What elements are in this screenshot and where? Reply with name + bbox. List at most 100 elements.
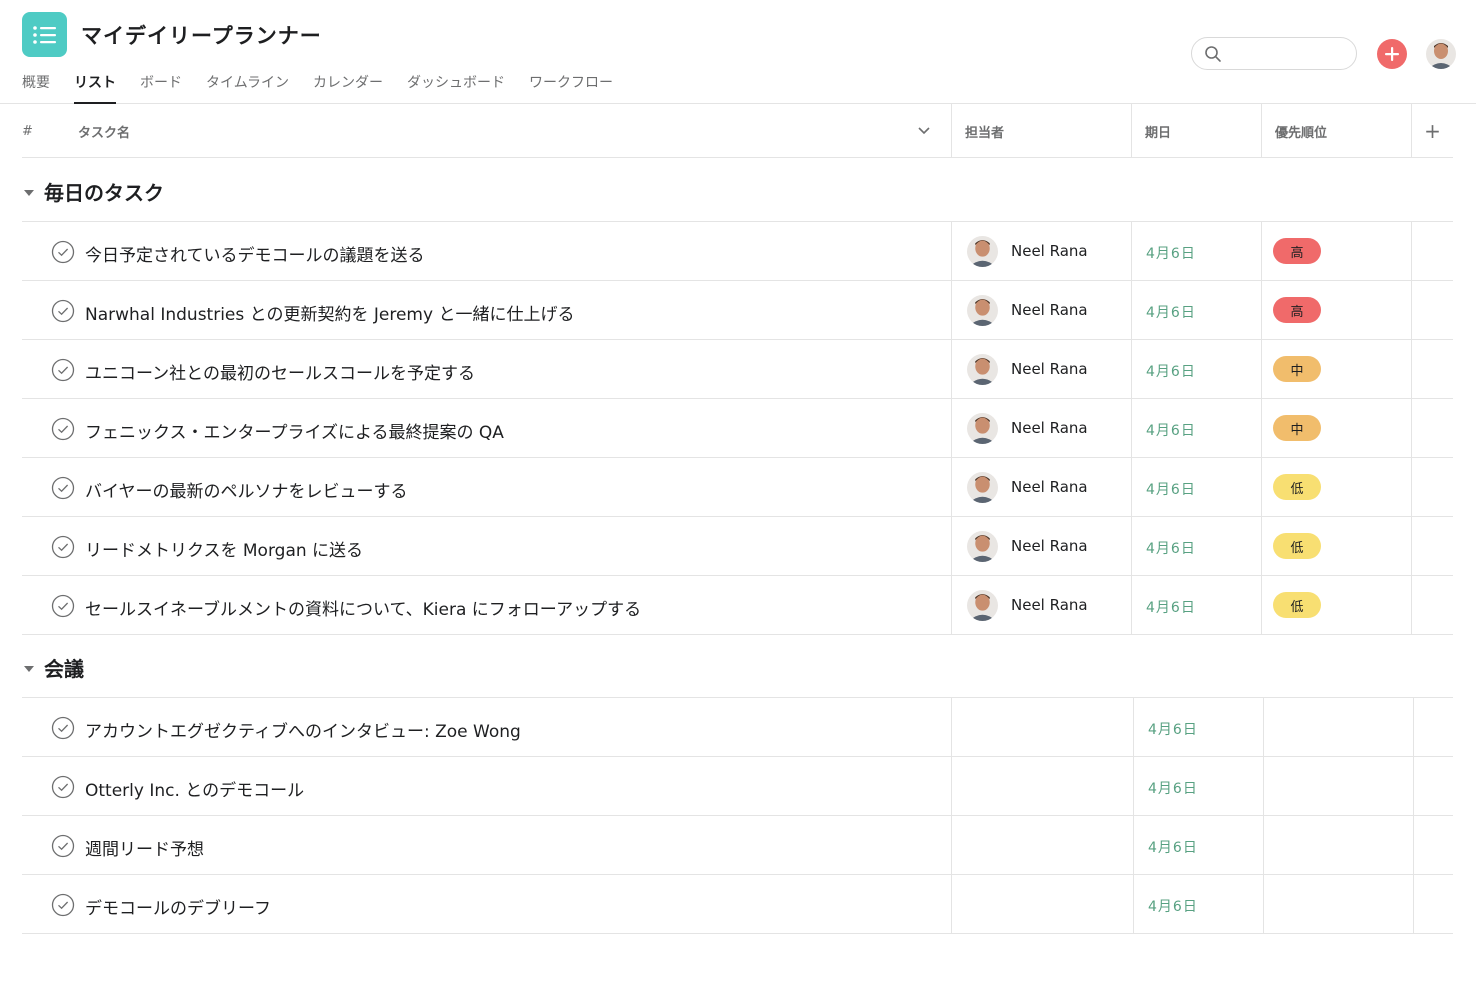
table-row[interactable]: セールスイネーブルメントの資料について、Kiera にフォローアップする Neel… <box>22 576 1453 635</box>
assignee-name: Neel Rana <box>1011 596 1088 614</box>
tab-5[interactable]: ダッシュボード <box>407 70 505 104</box>
due-date-cell[interactable]: 4月6日 <box>1131 517 1261 575</box>
check-circle-icon[interactable] <box>51 417 75 441</box>
check-circle-icon[interactable] <box>51 476 75 500</box>
assignee-cell[interactable]: Neel Rana <box>951 399 1131 457</box>
assignee-cell[interactable] <box>951 875 1133 933</box>
priority-cell[interactable]: 低 <box>1261 458 1411 516</box>
tab-4[interactable]: カレンダー <box>313 70 383 104</box>
assignee-cell[interactable]: Neel Rana <box>951 458 1131 516</box>
due-date-cell[interactable]: 4月6日 <box>1131 399 1261 457</box>
task-name-cell: セールスイネーブルメントの資料について、Kiera にフォローアップする <box>22 576 951 634</box>
assignee-cell[interactable] <box>951 698 1133 756</box>
task-name[interactable]: バイヤーの最新のペルソナをレビューする <box>85 477 408 502</box>
priority-badge[interactable]: 低 <box>1273 474 1321 500</box>
caret-down-icon[interactable] <box>22 660 36 672</box>
priority-badge[interactable]: 低 <box>1273 592 1321 618</box>
assignee-cell[interactable] <box>951 816 1133 874</box>
add-button[interactable] <box>1377 39 1407 69</box>
tab-0[interactable]: 概要 <box>22 70 50 104</box>
due-date-cell[interactable]: 4月6日 <box>1131 576 1261 634</box>
column-assignee[interactable]: 担当者 <box>951 104 1131 158</box>
list-icon[interactable] <box>22 12 67 57</box>
priority-cell[interactable]: 低 <box>1261 576 1411 634</box>
priority-badge[interactable]: 低 <box>1273 533 1321 559</box>
task-name[interactable]: Otterly Inc. とのデモコール <box>85 776 304 801</box>
check-circle-icon[interactable] <box>51 775 75 799</box>
table-row[interactable]: フェニックス・エンタープライズによる最終提案の QA Neel Rana 4月6日 中 <box>22 399 1453 458</box>
add-column-button[interactable]: + <box>1411 104 1453 158</box>
table-row[interactable]: ユニコーン社との最初のセールスコールを予定する Neel Rana 4月6日 中 <box>22 340 1453 399</box>
table-row[interactable]: リードメトリクスを Morgan に送る Neel Rana 4月6日 低 <box>22 517 1453 576</box>
due-date-cell[interactable]: 4月6日 <box>1131 222 1261 280</box>
assignee-cell[interactable]: Neel Rana <box>951 517 1131 575</box>
project-title[interactable]: マイデイリープランナー <box>81 20 322 50</box>
column-number: # <box>22 123 33 139</box>
section-title[interactable]: 毎日のタスク <box>44 177 164 206</box>
tab-2[interactable]: ボード <box>140 70 182 104</box>
section-title[interactable]: 会議 <box>44 653 84 682</box>
column-priority[interactable]: 優先順位 <box>1261 104 1411 158</box>
priority-badge[interactable]: 中 <box>1273 415 1321 441</box>
due-date-cell[interactable]: 4月6日 <box>1133 875 1263 933</box>
check-circle-icon[interactable] <box>51 594 75 618</box>
column-task-name[interactable]: タスク名 <box>78 104 130 158</box>
table-row[interactable]: バイヤーの最新のペルソナをレビューする Neel Rana 4月6日 低 <box>22 458 1453 517</box>
table-row[interactable]: Otterly Inc. とのデモコール 4月6日 <box>22 757 1453 816</box>
task-name[interactable]: ユニコーン社との最初のセールスコールを予定する <box>85 359 475 384</box>
assignee-cell[interactable]: Neel Rana <box>951 340 1131 398</box>
priority-cell[interactable] <box>1263 698 1413 756</box>
table-row[interactable]: 今日予定されているデモコールの議題を送る Neel Rana 4月6日 高 <box>22 222 1453 281</box>
due-date-cell[interactable]: 4月6日 <box>1133 698 1263 756</box>
priority-cell[interactable]: 高 <box>1261 281 1411 339</box>
table-row[interactable]: デモコールのデブリーフ 4月6日 <box>22 875 1453 934</box>
task-name[interactable]: セールスイネーブルメントの資料について、Kiera にフォローアップする <box>85 595 641 620</box>
check-circle-icon[interactable] <box>51 358 75 382</box>
tab-1[interactable]: リスト <box>74 70 116 104</box>
task-name[interactable]: フェニックス・エンタープライズによる最終提案の QA <box>85 418 504 443</box>
task-name[interactable]: アカウントエグゼクティブへのインタビュー: Zoe Wong <box>85 717 521 742</box>
check-circle-icon[interactable] <box>51 299 75 323</box>
task-name[interactable]: 週間リード予想 <box>85 835 204 860</box>
due-date-cell[interactable]: 4月6日 <box>1131 340 1261 398</box>
table-row[interactable]: アカウントエグゼクティブへのインタビュー: Zoe Wong 4月6日 <box>22 698 1453 757</box>
tab-6[interactable]: ワークフロー <box>529 70 613 104</box>
check-circle-icon[interactable] <box>51 240 75 264</box>
priority-cell[interactable]: 低 <box>1261 517 1411 575</box>
table-row[interactable]: 週間リード予想 4月6日 <box>22 816 1453 875</box>
check-circle-icon[interactable] <box>51 716 75 740</box>
table-row[interactable]: Narwhal Industries との更新契約を Jeremy と一緒に仕上… <box>22 281 1453 340</box>
check-circle-icon[interactable] <box>51 893 75 917</box>
due-date-cell[interactable]: 4月6日 <box>1131 458 1261 516</box>
priority-cell[interactable] <box>1263 875 1413 933</box>
check-circle-icon[interactable] <box>51 834 75 858</box>
priority-cell[interactable]: 中 <box>1261 340 1411 398</box>
priority-badge[interactable]: 高 <box>1273 238 1321 264</box>
due-date-cell[interactable]: 4月6日 <box>1131 281 1261 339</box>
priority-cell[interactable]: 中 <box>1261 399 1411 457</box>
task-name[interactable]: 今日予定されているデモコールの議題を送る <box>85 241 425 266</box>
tab-3[interactable]: タイムライン <box>206 70 289 104</box>
check-circle-icon[interactable] <box>51 535 75 559</box>
column-due-date[interactable]: 期日 <box>1131 104 1261 158</box>
task-name[interactable]: リードメトリクスを Morgan に送る <box>85 536 363 561</box>
assignee-cell[interactable] <box>951 757 1133 815</box>
assignee-cell[interactable]: Neel Rana <box>951 222 1131 280</box>
extra-cell <box>1411 340 1453 398</box>
chevron-down-icon[interactable] <box>918 104 930 158</box>
task-name[interactable]: デモコールのデブリーフ <box>85 894 271 919</box>
priority-badge[interactable]: 中 <box>1273 356 1321 382</box>
due-date-cell[interactable]: 4月6日 <box>1133 757 1263 815</box>
user-avatar[interactable] <box>1426 39 1456 69</box>
priority-cell[interactable] <box>1263 757 1413 815</box>
due-date-cell[interactable]: 4月6日 <box>1133 816 1263 874</box>
priority-cell[interactable]: 高 <box>1261 222 1411 280</box>
priority-cell[interactable] <box>1263 816 1413 874</box>
search-box[interactable] <box>1191 37 1357 70</box>
search-input[interactable] <box>1228 44 1346 63</box>
assignee-cell[interactable]: Neel Rana <box>951 576 1131 634</box>
caret-down-icon[interactable] <box>22 184 36 196</box>
assignee-cell[interactable]: Neel Rana <box>951 281 1131 339</box>
task-name[interactable]: Narwhal Industries との更新契約を Jeremy と一緒に仕上… <box>85 300 574 325</box>
priority-badge[interactable]: 高 <box>1273 297 1321 323</box>
